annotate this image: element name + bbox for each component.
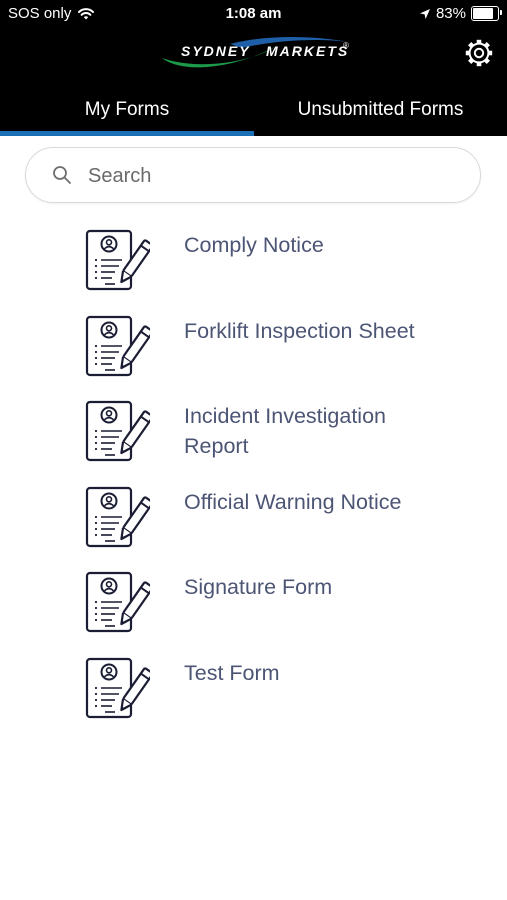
tab-unsubmitted-forms[interactable]: Unsubmitted Forms xyxy=(254,84,507,136)
form-list-item[interactable]: Test Form xyxy=(0,652,507,738)
logo-registered-mark: ® xyxy=(343,41,349,50)
logo-text-markets: MARKETS xyxy=(266,43,349,59)
form-label: Test Form xyxy=(184,660,280,685)
form-document-icon xyxy=(85,486,150,547)
form-document-icon xyxy=(85,657,150,718)
battery-level-fill xyxy=(473,8,493,19)
tab-bar: My Forms Unsubmitted Forms xyxy=(0,84,507,136)
form-label: Forklift Inspection Sheet xyxy=(184,318,415,343)
app-header: SOS only 1:08 am 83% SYDNEY MARKETS ® My… xyxy=(0,0,507,136)
gear-icon[interactable] xyxy=(463,37,495,69)
form-document-icon xyxy=(85,315,150,376)
tab-my-forms[interactable]: My Forms xyxy=(0,84,254,136)
battery-percent: 83% xyxy=(435,5,466,22)
form-list-item[interactable]: Signature Form xyxy=(0,566,507,652)
form-list-item[interactable]: Forklift Inspection Sheet xyxy=(0,310,507,396)
status-bar: SOS only 1:08 am 83% xyxy=(0,0,507,28)
form-label: Comply Notice xyxy=(184,233,324,257)
form-document-icon xyxy=(85,571,150,633)
sydney-markets-logo: SYDNEY MARKETS ® xyxy=(162,37,349,68)
location-arrow-icon xyxy=(419,8,430,19)
form-label: Incident Investigation Report xyxy=(184,404,386,458)
form-label: Signature Form xyxy=(184,575,333,599)
search-icon xyxy=(53,166,71,184)
form-label: Official Warning Notice xyxy=(184,489,402,514)
form-document-icon xyxy=(85,400,150,462)
form-document-icon xyxy=(85,229,150,291)
logo-text-sydney: SYDNEY xyxy=(181,43,251,59)
search-input[interactable] xyxy=(86,156,470,196)
form-list-item[interactable]: Incident Investigation Report xyxy=(0,395,507,481)
form-list-item[interactable]: Official Warning Notice xyxy=(0,481,507,567)
status-right: 83% xyxy=(419,5,502,22)
form-list-item[interactable]: Comply Notice xyxy=(0,224,507,310)
battery-icon xyxy=(471,6,502,21)
battery-nub xyxy=(500,10,502,15)
search-bar xyxy=(25,147,481,203)
form-list: Comply Notice Forklift Inspection Sheet xyxy=(0,224,507,737)
active-tab-indicator xyxy=(0,131,254,136)
